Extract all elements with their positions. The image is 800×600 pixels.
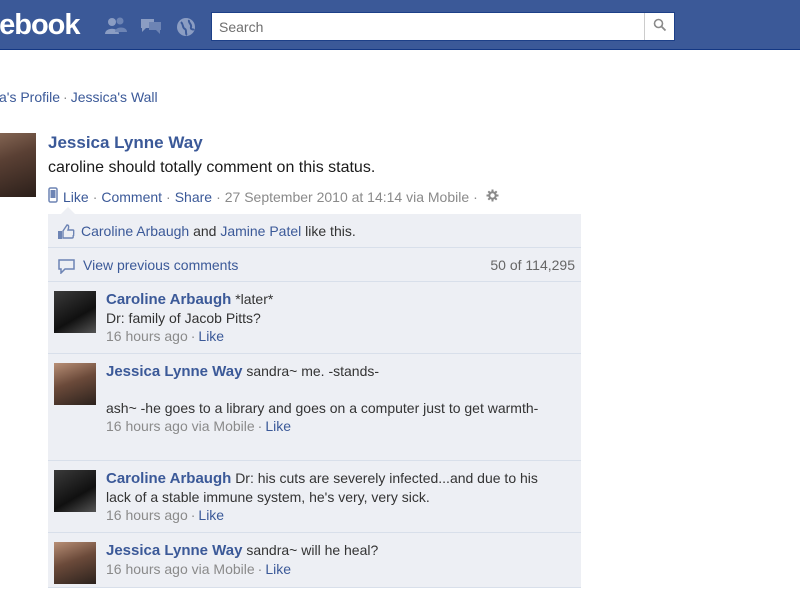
comment-meta: 16 hours ago via Mobile · Like <box>106 561 292 577</box>
comment-like-link[interactable]: Like <box>265 418 291 434</box>
comment-item: Jessica Lynne Way sandra~ will he heal? … <box>48 533 581 588</box>
thumbs-up-icon <box>57 224 75 243</box>
search-box <box>211 12 675 41</box>
likes-row: Caroline Arbaugh and Jamine Patel like t… <box>48 214 581 248</box>
comment-meta: 16 hours ago via Mobile · Like <box>106 418 292 434</box>
messages-icon[interactable] <box>139 16 161 36</box>
post-comment-link[interactable]: Comment <box>101 189 162 205</box>
top-bar: cebook <box>0 0 800 50</box>
comment-item: Caroline Arbaugh *later* Dr: family of J… <box>48 282 581 354</box>
likes-suffix: like this. <box>305 223 356 239</box>
commenter-avatar[interactable] <box>54 291 96 333</box>
comment-author[interactable]: Caroline Arbaugh <box>106 291 231 308</box>
feedback-box: Caroline Arbaugh and Jamine Patel like t… <box>48 207 581 588</box>
search-input[interactable] <box>212 13 646 40</box>
comment-time[interactable]: 16 hours ago <box>106 507 188 523</box>
comment-count: 50 of 114,295 <box>490 257 575 273</box>
search-icon <box>653 18 667 35</box>
commenter-avatar[interactable] <box>54 470 96 512</box>
facebook-logo[interactable]: cebook <box>0 9 81 42</box>
comment-bubble-icon <box>58 259 75 277</box>
comment-time[interactable]: 16 hours ago via Mobile <box>106 561 255 577</box>
comment-meta: 16 hours ago · Like <box>106 328 225 344</box>
post-like-link[interactable]: Like <box>63 189 89 205</box>
commenter-avatar[interactable] <box>54 363 96 405</box>
separator-dot: · <box>92 188 98 205</box>
comment-like-link[interactable]: Like <box>198 507 224 523</box>
comment-text-line: Dr: family of Jacob Pitts? <box>106 310 261 326</box>
comment-author[interactable]: Caroline Arbaugh <box>106 470 231 487</box>
commenter-avatar[interactable] <box>54 542 96 584</box>
comment-like-link[interactable]: Like <box>198 328 224 344</box>
likes-and: and <box>193 223 217 239</box>
comment-author[interactable]: Jessica Lynne Way <box>106 542 242 559</box>
comment-time[interactable]: 16 hours ago <box>106 328 188 344</box>
comment-text-line: ash~ -he goes to a library and goes on a… <box>106 400 539 416</box>
comment-item: Caroline Arbaugh Dr: his cuts are severe… <box>48 461 581 533</box>
comment-author[interactable]: Jessica Lynne Way <box>106 363 242 380</box>
separator-dot: · <box>166 188 171 205</box>
comment-text: sandra~ will he heal? <box>246 542 379 558</box>
comment-body: Caroline Arbaugh Dr: his cuts are severe… <box>106 469 566 524</box>
friend-requests-icon[interactable] <box>104 16 127 36</box>
post-actions: Like · Comment · Share · 27 September 20… <box>48 187 499 206</box>
comment-item: Jessica Lynne Way sandra~ me. -stands- a… <box>48 354 581 461</box>
liker-name[interactable]: Caroline Arbaugh <box>81 223 189 239</box>
notifications-icon[interactable] <box>175 16 197 36</box>
post-status-text: caroline should totally comment on this … <box>48 159 376 176</box>
separator-dot: · <box>216 188 221 205</box>
gear-icon[interactable] <box>486 189 499 205</box>
comment-time[interactable]: 16 hours ago via Mobile <box>106 418 255 434</box>
comment-text: *later* <box>235 291 274 307</box>
post-author-avatar[interactable] <box>0 133 36 197</box>
liker-name[interactable]: Jamine Patel <box>220 223 301 239</box>
comment-meta: 16 hours ago · Like <box>106 507 225 523</box>
post-timestamp[interactable]: 27 September 2010 at 14:14 via Mobile <box>225 189 469 205</box>
breadcrumb-separator: · <box>63 89 68 105</box>
mobile-icon <box>48 187 58 206</box>
comment-like-link[interactable]: Like <box>265 561 291 577</box>
comment-body: Jessica Lynne Way sandra~ me. -stands- a… <box>106 362 566 435</box>
previous-comments-row: View previous comments 50 of 114,295 <box>48 248 581 282</box>
comment-body: Jessica Lynne Way sandra~ will he heal? … <box>106 541 566 578</box>
post-author-name[interactable]: Jessica Lynne Way <box>48 133 203 153</box>
post-share-link[interactable]: Share <box>175 189 212 205</box>
feedback-arrow <box>61 207 75 214</box>
likes-summary: Caroline Arbaugh and Jamine Patel like t… <box>81 223 356 239</box>
breadcrumb-wall-link[interactable]: Jessica's Wall <box>71 89 158 105</box>
comment-body: Caroline Arbaugh *later* Dr: family of J… <box>106 290 566 345</box>
comment-text: sandra~ me. -stands- <box>246 363 380 379</box>
separator-dot: · <box>473 188 478 205</box>
breadcrumb: ca's Profile·Jessica's Wall <box>0 89 158 105</box>
breadcrumb-profile-link[interactable]: ca's Profile <box>0 89 60 105</box>
search-button[interactable] <box>644 13 674 40</box>
view-previous-comments-link[interactable]: View previous comments <box>83 257 238 273</box>
